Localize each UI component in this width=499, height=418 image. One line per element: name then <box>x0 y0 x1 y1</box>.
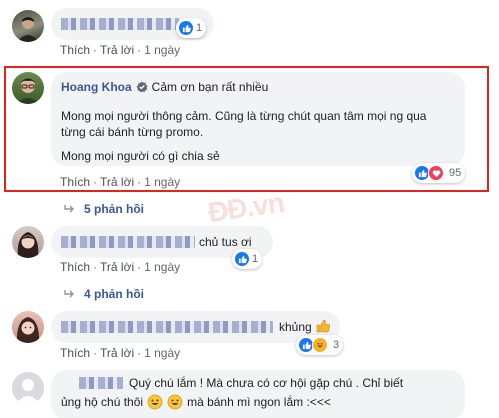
haha-icon <box>312 337 328 353</box>
reply-arrow-icon <box>64 205 74 213</box>
comment-text: khủng <box>279 320 312 334</box>
reaction-summary[interactable]: 3 <box>296 335 344 355</box>
timestamp[interactable]: 1 ngày <box>144 260 180 274</box>
comment-bubble: Quý chú lắm ! Mà chưa có cơ hội gặp chú … <box>51 370 465 418</box>
avatar[interactable] <box>12 311 44 343</box>
reply-link[interactable]: Trả lời <box>100 43 134 57</box>
blurred-author-name <box>79 377 123 389</box>
blurred-author-name <box>61 236 195 248</box>
view-replies-link[interactable]: 5 phản hồi <box>64 202 144 216</box>
timestamp[interactable]: 1 ngày <box>144 346 180 360</box>
timestamp[interactable]: 1 ngày <box>144 43 180 57</box>
thumbs-up-emoji <box>316 319 331 333</box>
reaction-count: 1 <box>196 22 203 34</box>
comment-actions: Thích · Trả lời · 1 ngày <box>60 260 181 274</box>
comment-text-line: Quý chú lắm ! Mà chưa có cơ hội gặp chú … <box>129 376 404 390</box>
comment-text: chủ tus ơi <box>199 235 252 249</box>
replies-label: 5 phản hồi <box>84 202 144 216</box>
avatar[interactable] <box>12 10 44 42</box>
like-link[interactable]: Thích <box>60 260 90 274</box>
reaction-summary[interactable]: 1 <box>232 249 263 269</box>
grin-emoji <box>167 394 183 410</box>
reply-link[interactable]: Trả lời <box>100 346 134 360</box>
comment-actions: Thích · Trả lời · 1 ngày <box>60 346 181 360</box>
view-replies-link[interactable]: 4 phản hồi <box>64 287 144 301</box>
blurred-author-name <box>61 321 273 333</box>
blurred-author-name <box>61 18 179 30</box>
watermark: ĐĐ.vn <box>206 186 286 229</box>
like-link[interactable]: Thích <box>60 346 90 360</box>
like-link[interactable]: Thích <box>60 43 90 57</box>
reply-link[interactable]: Trả lời <box>100 260 134 274</box>
comment-bubble: khủng <box>51 311 340 343</box>
avatar-default[interactable] <box>12 372 44 404</box>
reaction-count: 1 <box>252 253 259 265</box>
grin-emoji <box>147 394 163 410</box>
reaction-count: 3 <box>333 339 340 351</box>
highlight-box <box>4 66 489 192</box>
comment-text-line: mà bánh mì ngon lắm :<<< <box>187 395 331 409</box>
avatar[interactable] <box>12 226 44 258</box>
comment-actions: Thích · Trả lời · 1 ngày <box>60 43 181 57</box>
like-icon <box>178 20 194 36</box>
comment-text-line: ủng hộ chú thôi <box>61 395 144 409</box>
reply-arrow-icon <box>64 290 74 298</box>
like-icon <box>234 251 250 267</box>
reaction-summary[interactable]: 1 <box>176 18 207 38</box>
replies-label: 4 phản hồi <box>84 287 144 301</box>
